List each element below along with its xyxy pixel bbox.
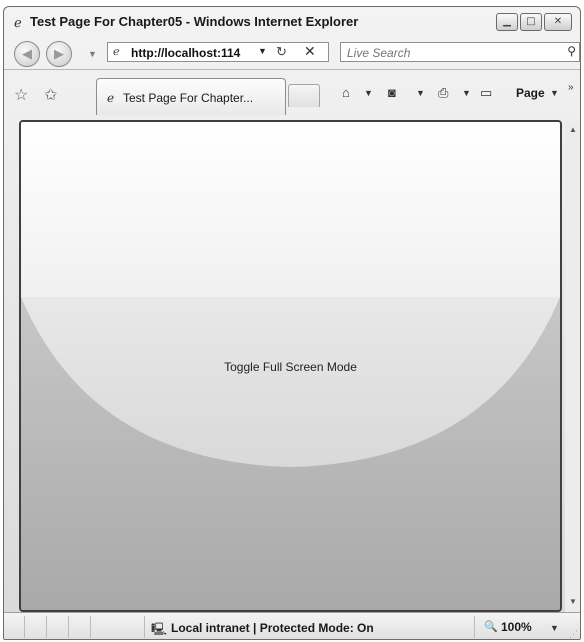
more-commands-chevron-icon[interactable]: » [568,82,574,93]
feeds-dropdown-icon[interactable]: ▼ [416,88,425,98]
tab-ie-icon: ℯ [107,91,115,105]
title-bar: ℯ Test Page For Chapter05 - Windows Inte… [4,7,580,35]
forward-arrow-icon: ▶ [54,46,64,61]
tab-label: Test Page For Chapter... [123,91,254,105]
new-tab-button[interactable] [288,84,320,107]
page-ie-icon: ℯ [113,46,120,58]
window-title: Test Page For Chapter05 - Windows Intern… [30,14,359,29]
page-menu-button[interactable]: Page [516,86,545,100]
url-text[interactable]: http://localhost:114 [131,46,240,60]
window-controls: ▁ □ ✕ [496,13,572,31]
maximize-button[interactable]: □ [520,13,542,31]
page-dropdown-icon[interactable]: ▼ [550,88,559,98]
minimize-button[interactable]: ▁ [496,13,518,31]
status-divider [474,616,475,638]
scroll-up-icon[interactable]: ▲ [565,122,580,138]
ie-icon: ℯ [14,15,22,30]
back-arrow-icon: ◀ [22,46,32,61]
status-divider [90,616,91,638]
toggle-full-screen-button[interactable]: Toggle Full Screen Mode [21,360,560,374]
page-content: Toggle Full Screen Mode [19,120,562,612]
status-divider [68,616,69,638]
home-dropdown-icon[interactable]: ▼ [364,88,373,98]
forward-button[interactable]: ▶ [46,41,72,67]
print-dropdown-icon[interactable]: ▼ [462,88,471,98]
url-field[interactable]: ℯ http://localhost:114 ▼ ↻ ✕ [107,42,329,62]
zoom-level[interactable]: 100% [501,620,532,634]
search-input[interactable] [345,44,549,62]
status-divider [46,616,47,638]
status-divider [24,616,25,638]
address-bar: ◀ ▶ ▼ ℯ http://localhost:114 ▼ ↻ ✕ ⚲ [4,37,580,67]
print-icon[interactable]: ⎙ [438,85,448,101]
feeds-icon[interactable]: ◙ [388,85,396,100]
favorites-star-icon[interactable]: ☆ [14,85,28,105]
intranet-zone-icon: 🖳 [151,622,168,636]
status-divider [144,616,145,638]
url-dropdown-icon[interactable]: ▼ [258,46,267,56]
vertical-scrollbar[interactable]: ▲ ▼ [565,120,580,612]
home-icon[interactable]: ⌂ [342,85,350,100]
back-button[interactable]: ◀ [14,41,40,67]
minimize-icon: ▁ [503,16,511,27]
maximize-icon: □ [526,16,536,27]
security-zone-status[interactable]: Local intranet | Protected Mode: On [171,621,374,635]
stop-icon[interactable]: ✕ [304,43,316,60]
add-favorites-icon[interactable]: ✩ [44,85,57,105]
command-bar: ☆ ✩ ℯ Test Page For Chapter... ⌂ ▼ ◙ ▼ ⎙… [4,69,580,118]
scroll-down-icon[interactable]: ▼ [565,594,580,610]
zoom-icon[interactable]: 🔍 [484,620,498,633]
browser-window: ℯ Test Page For Chapter05 - Windows Inte… [3,6,581,640]
close-icon: ✕ [553,16,563,27]
page-icon: ▭ [480,85,493,100]
search-field[interactable]: ⚲ [340,42,580,62]
close-button[interactable]: ✕ [544,13,572,31]
recent-pages-dropdown-icon[interactable]: ▼ [88,49,97,59]
zoom-dropdown-icon[interactable]: ▼ [550,623,559,633]
tab-test-page[interactable]: ℯ Test Page For Chapter... [96,78,286,115]
refresh-icon[interactable]: ↻ [276,44,287,60]
search-icon[interactable]: ⚲ [567,44,576,58]
status-bar: 🖳 Local intranet | Protected Mode: On 🔍 … [4,612,580,639]
resize-grip-icon[interactable]: ⋰ [569,629,578,639]
